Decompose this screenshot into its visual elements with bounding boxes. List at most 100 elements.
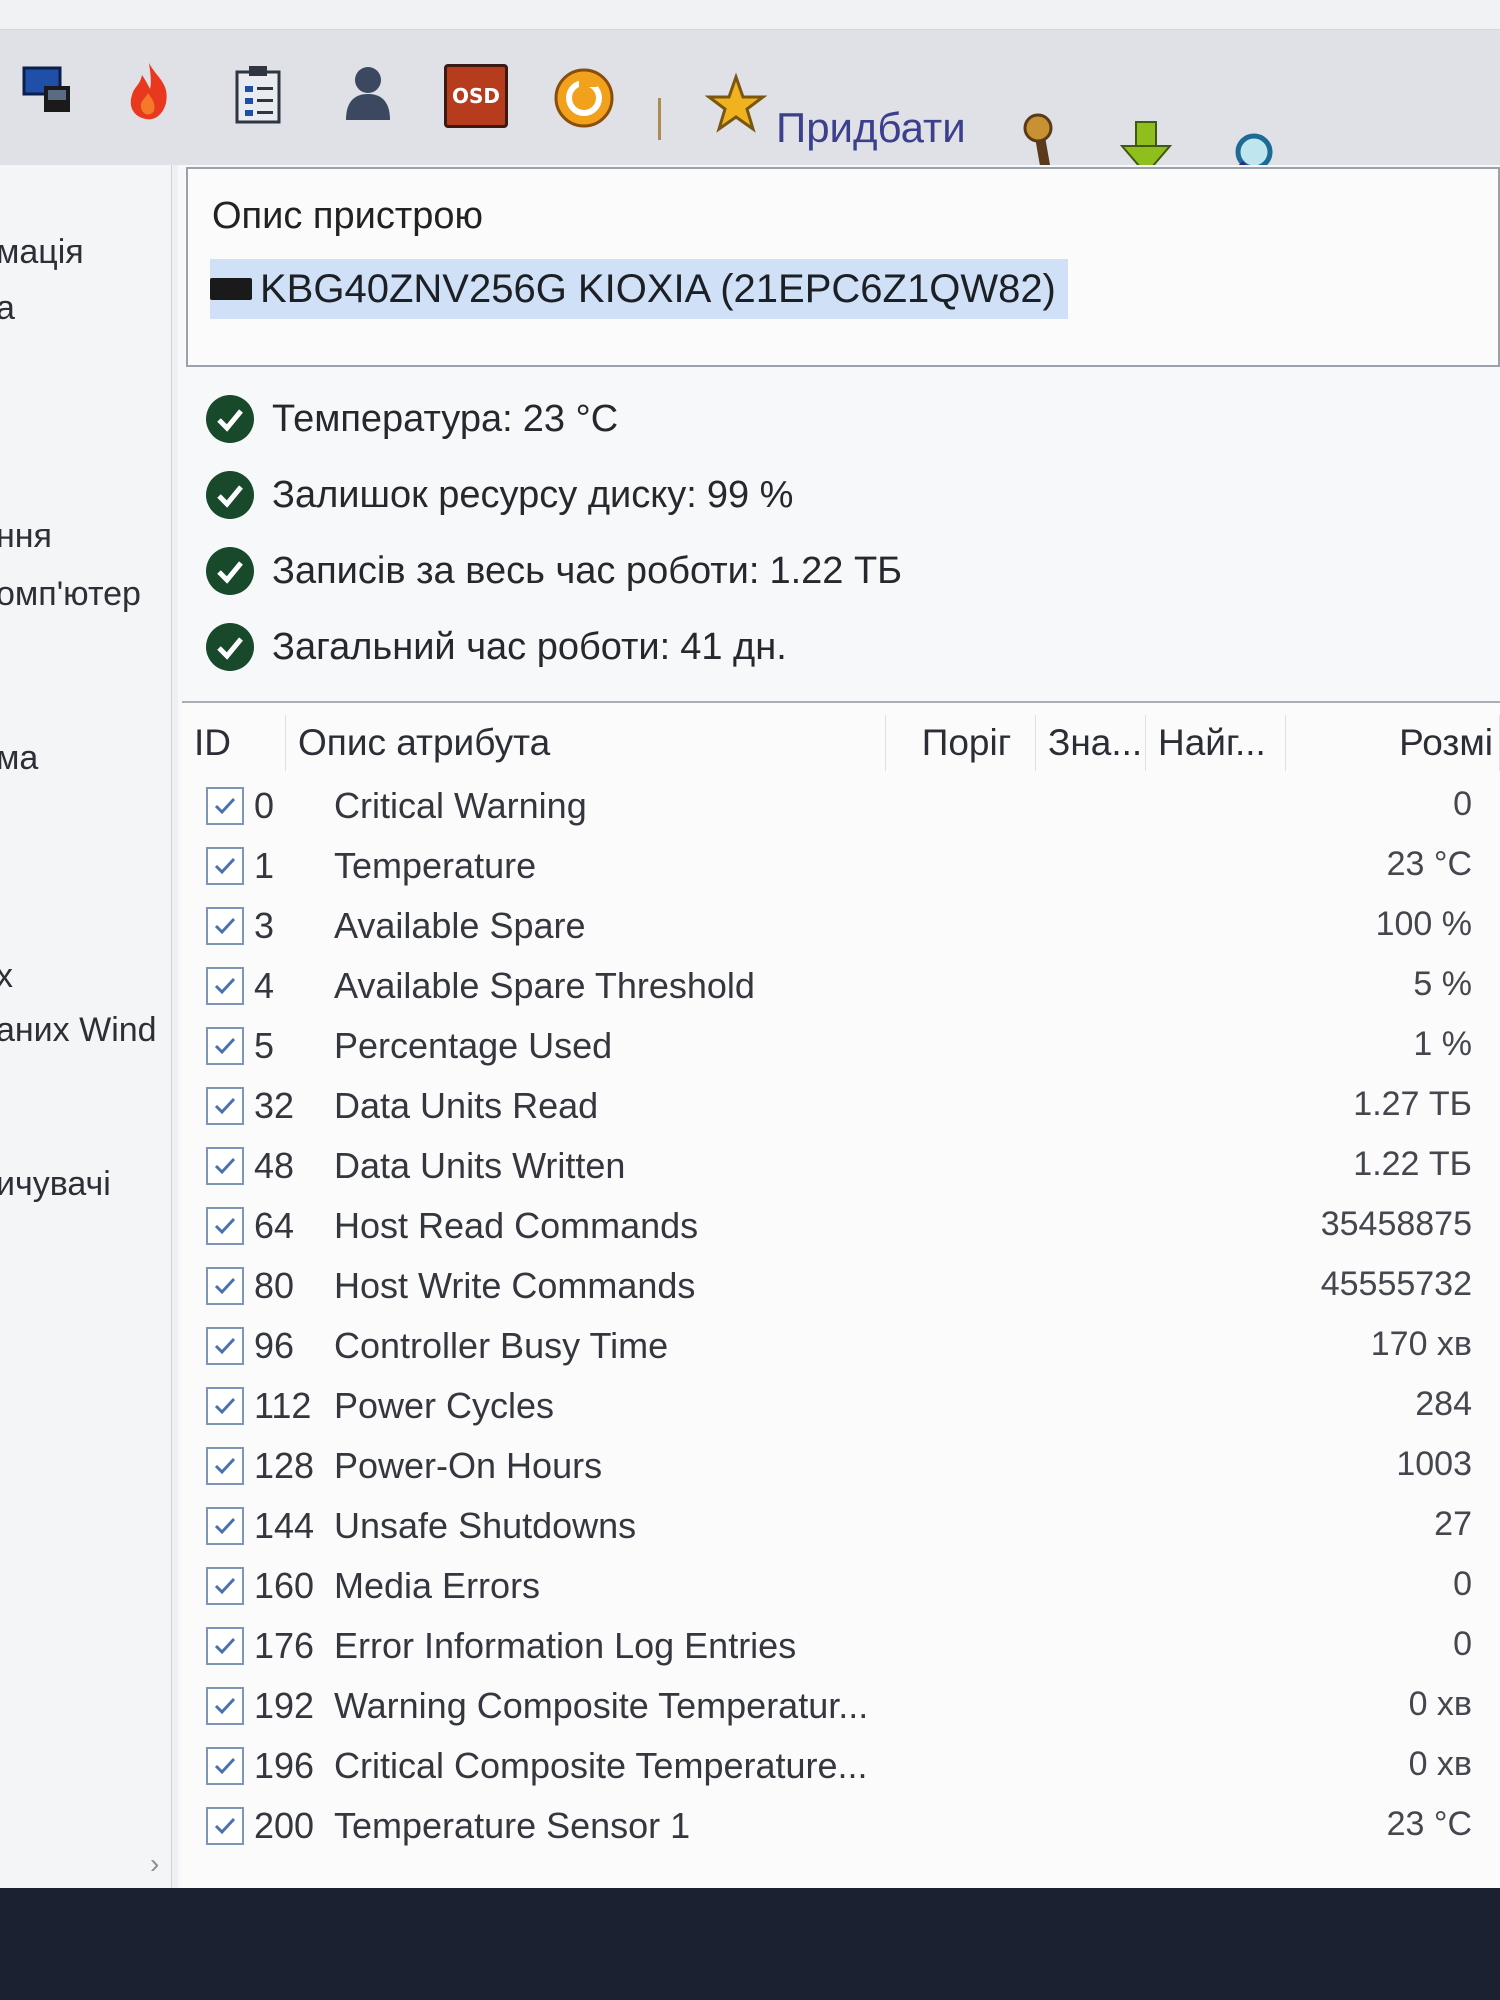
table-row[interactable]: 0 Critical Warning 0	[182, 779, 1500, 833]
title-strip	[0, 0, 1500, 30]
cell-size: 1.27 ТБ	[1353, 1085, 1472, 1123]
status-line: Загальний час роботи: 41 дн.	[206, 623, 787, 671]
table-row[interactable]: 32 Data Units Read 1.27 ТБ	[182, 1079, 1500, 1133]
table-row[interactable]: 64 Host Read Commands 35458875	[182, 1199, 1500, 1253]
cell-description: Host Read Commands	[334, 1205, 699, 1246]
cell-size: 23 °C	[1386, 845, 1472, 883]
table-row[interactable]: 48 Data Units Written 1.22 ТБ	[182, 1139, 1500, 1193]
cell-size: 0	[1453, 785, 1472, 823]
table-row[interactable]: 176 Error Information Log Entries 0	[182, 1619, 1500, 1673]
table-row[interactable]: 80 Host Write Commands 45555732	[182, 1259, 1500, 1313]
cell-size: 1003	[1396, 1445, 1472, 1483]
table-row[interactable]: 5 Percentage Used 1 %	[182, 1019, 1500, 1073]
table-row[interactable]: 3 Available Spare 100 %	[182, 899, 1500, 953]
cell-id: 1	[254, 845, 275, 886]
sidebar-item[interactable]: х	[0, 957, 13, 996]
cell-description: Critical Composite Temperature...	[334, 1745, 868, 1786]
cell-id: 192	[254, 1685, 315, 1726]
cell-size: 35458875	[1320, 1205, 1472, 1243]
status-line: Залишок ресурсу диску: 99 %	[206, 471, 793, 519]
desktop-taskbar	[0, 1888, 1500, 2000]
table-row[interactable]: 96 Controller Busy Time 170 хв	[182, 1319, 1500, 1373]
column-header-worst[interactable]: Найг...	[1146, 715, 1286, 771]
sidebar-item[interactable]: ичувачі	[0, 1165, 111, 1204]
cell-id: 128	[254, 1445, 315, 1486]
row-checkbox[interactable]	[206, 1627, 244, 1665]
cell-description: Media Errors	[334, 1565, 541, 1606]
table-row[interactable]: 192 Warning Composite Temperatur... 0 хв	[182, 1679, 1500, 1733]
cell-description: Temperature Sensor 1	[334, 1805, 691, 1846]
row-checkbox[interactable]	[206, 1327, 244, 1365]
row-checkbox[interactable]	[206, 847, 244, 885]
row-checkbox[interactable]	[206, 1747, 244, 1785]
sidebar-item[interactable]: мація	[0, 233, 84, 272]
row-checkbox[interactable]	[206, 1507, 244, 1545]
row-checkbox[interactable]	[206, 1027, 244, 1065]
column-header-description[interactable]: Опис атрибута	[286, 715, 886, 771]
row-checkbox[interactable]	[206, 1087, 244, 1125]
toolbar-separator	[658, 98, 661, 140]
row-checkbox[interactable]	[206, 787, 244, 825]
cell-id: 80	[254, 1265, 295, 1306]
table-row[interactable]: 144 Unsafe Shutdowns 27	[182, 1499, 1500, 1553]
user-icon[interactable]	[338, 60, 398, 124]
cell-description: Host Write Commands	[334, 1265, 696, 1306]
table-row[interactable]: 200 Temperature Sensor 1 23 °C	[182, 1799, 1500, 1853]
cell-id: 200	[254, 1805, 315, 1846]
sidebar-item[interactable]: ння	[0, 517, 52, 556]
table-row[interactable]: 112 Power Cycles 284	[182, 1379, 1500, 1433]
row-checkbox[interactable]	[206, 1567, 244, 1605]
column-header-value[interactable]: Зна...	[1036, 715, 1146, 771]
row-checkbox[interactable]	[206, 1147, 244, 1185]
row-checkbox[interactable]	[206, 967, 244, 1005]
sidebar-item[interactable]: ма	[0, 739, 38, 778]
osd-icon[interactable]: OSD	[444, 64, 508, 128]
cell-description: Available Spare Threshold	[334, 965, 755, 1006]
disk-icon	[210, 278, 252, 300]
table-row[interactable]: 160 Media Errors 0	[182, 1559, 1500, 1613]
row-checkbox[interactable]	[206, 1447, 244, 1485]
cell-description: Data Units Written	[334, 1145, 626, 1186]
table-row[interactable]: 196 Critical Composite Temperature... 0 хв	[182, 1739, 1500, 1793]
star-icon[interactable]	[704, 72, 768, 136]
cell-description: Error Information Log Entries	[334, 1625, 797, 1666]
status-value: 23 °C	[522, 397, 619, 440]
cell-id: 196	[254, 1745, 315, 1786]
sidebar-scroll-arrow[interactable]: ›	[150, 1848, 159, 1880]
cell-size: 23 °C	[1386, 1805, 1472, 1843]
sidebar-item[interactable]: омп'ютер	[0, 575, 141, 614]
cell-description: Power Cycles	[334, 1385, 555, 1426]
column-header-id[interactable]: ID	[182, 715, 286, 771]
buy-button-label[interactable]: Придбати	[776, 104, 966, 152]
row-checkbox[interactable]	[206, 1807, 244, 1845]
cell-size: 0 хв	[1408, 1745, 1472, 1783]
sidebar-item[interactable]: а	[0, 289, 15, 328]
cell-id: 160	[254, 1565, 315, 1606]
clipboard-icon[interactable]	[228, 60, 288, 128]
table-row[interactable]: 1 Temperature 23 °C	[182, 839, 1500, 893]
cell-description: Available Spare	[334, 905, 586, 946]
table-row[interactable]: 4 Available Spare Threshold 5 %	[182, 959, 1500, 1013]
status-label: Загальний час роботи:	[272, 625, 671, 668]
cell-id: 5	[254, 1025, 275, 1066]
app-window: OSD Придбати мація а ння омп'ютер ма х	[0, 0, 1500, 1888]
fire-icon[interactable]	[118, 58, 180, 124]
sidebar-item[interactable]: аних Wind	[0, 1011, 157, 1050]
table-row[interactable]: 128 Power-On Hours 1003	[182, 1439, 1500, 1493]
status-label: Записів за весь час роботи:	[272, 549, 760, 592]
row-checkbox[interactable]	[206, 1687, 244, 1725]
cell-id: 112	[254, 1385, 312, 1426]
row-checkbox[interactable]	[206, 907, 244, 945]
device-description-box: Опис пристрою KBG40ZNV256G KIOXIA (21EPC…	[186, 167, 1500, 367]
row-checkbox[interactable]	[206, 1267, 244, 1305]
cell-description: Temperature	[334, 845, 537, 886]
row-checkbox[interactable]	[206, 1207, 244, 1245]
cell-size: 0 хв	[1408, 1685, 1472, 1723]
column-header-size[interactable]: Розмі	[1286, 715, 1500, 771]
column-header-threshold[interactable]: Поріг	[886, 715, 1036, 771]
monitor-icon[interactable]	[18, 60, 78, 120]
refresh-icon[interactable]	[552, 66, 616, 130]
device-row[interactable]: KBG40ZNV256G KIOXIA (21EPC6Z1QW82)	[210, 259, 1068, 319]
row-checkbox[interactable]	[206, 1387, 244, 1425]
cell-description: Warning Composite Temperatur...	[334, 1685, 869, 1726]
